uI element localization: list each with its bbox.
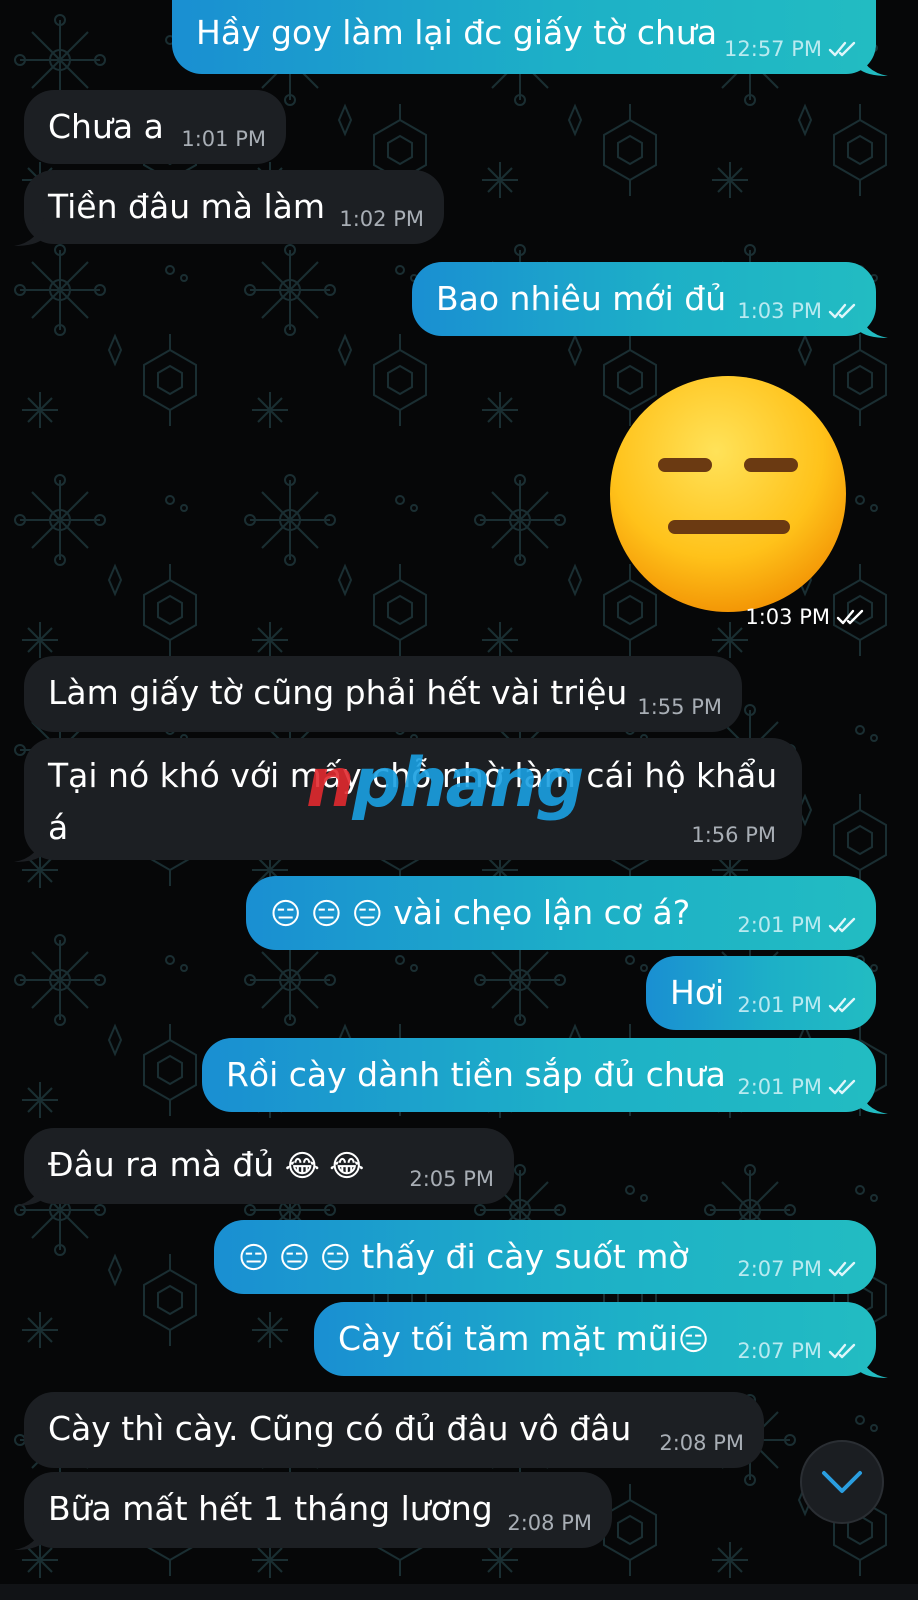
message-meta: 12:57 PM — [724, 36, 860, 62]
message-text: Rồi cày dành tiền sắp đủ chưa — [226, 1055, 726, 1094]
message-time: 1:55 PM — [637, 695, 722, 719]
message-text: Cày thì cày. Cũng có đủ đâu vô đâu — [48, 1409, 632, 1448]
message-bubble-outgoing[interactable]: 😑 😑 😑 vài chẹo lận cơ á? 2:01 PM — [246, 876, 876, 950]
message-meta: 2:01 PM — [737, 912, 860, 938]
message-bubble-outgoing[interactable]: Bao nhiêu mới đủ 1:03 PM — [412, 262, 888, 338]
message-time: 1:03 PM — [737, 299, 822, 323]
message-time: 2:01 PM — [737, 1075, 822, 1099]
message-text: Bữa mất hết 1 tháng lương — [48, 1489, 493, 1528]
bubble-tail — [858, 48, 888, 76]
message-text: Tiền đâu mà làm — [48, 187, 325, 226]
double-check-icon — [828, 303, 856, 319]
message-bubble-incoming[interactable]: Bữa mất hết 1 tháng lương 2:08 PM — [14, 1472, 612, 1550]
message-time: 2:01 PM — [737, 993, 822, 1017]
double-check-icon — [828, 41, 856, 57]
message-text: Chưa a — [48, 107, 164, 146]
message-bubble-incoming[interactable]: Đâu ra mà đủ 😂 😂 2:05 PM — [14, 1128, 514, 1206]
message-time: 1:56 PM — [691, 823, 776, 847]
watermark-part-1: n — [306, 744, 354, 823]
message-bubble-incoming[interactable]: Làm giấy tờ cũng phải hết vài triệu 1:55… — [24, 656, 742, 732]
message-bubble-incoming[interactable]: Tiền đâu mà làm 1:02 PM — [14, 170, 444, 246]
message-bubble-outgoing[interactable]: Hầy goy làm lại đc giấy tờ chưa 12:57 PM — [172, 0, 888, 76]
double-check-icon — [836, 609, 864, 625]
double-check-icon — [828, 1261, 856, 1277]
message-emoji: 😑 😑 😑 — [270, 897, 383, 932]
bubble-tail — [858, 310, 888, 338]
watermark-logo: nphang — [306, 744, 584, 823]
message-meta: 1:03 PM — [737, 298, 860, 324]
bubble-tail — [858, 1350, 888, 1378]
double-check-icon — [828, 1343, 856, 1359]
message-meta: 2:07 PM — [737, 1338, 860, 1364]
bubble-tail — [14, 1178, 44, 1206]
message-bubble-incoming[interactable]: Cày thì cày. Cũng có đủ đâu vô đâu 2:08 … — [24, 1392, 764, 1468]
scroll-to-bottom-button[interactable] — [800, 1440, 884, 1524]
sticker-meta: 1:03 PM — [728, 600, 868, 634]
message-emoji: 😑 😑 😑 — [238, 1241, 351, 1276]
bubble-tail — [14, 1522, 44, 1550]
input-bar-edge — [0, 1584, 918, 1600]
message-bubble-outgoing[interactable]: Rồi cày dành tiền sắp đủ chưa 2:01 PM — [202, 1038, 888, 1114]
bubble-tail — [14, 834, 44, 862]
message-time: 1:02 PM — [339, 207, 424, 231]
message-content: Cày tối tăm mặt mũi😑 — [338, 1314, 709, 1366]
message-text: Cày tối tăm mặt mũi — [338, 1319, 678, 1358]
message-time: 2:05 PM — [409, 1167, 494, 1191]
message-text: Đâu ra mà đủ — [48, 1145, 275, 1184]
message-content: Đâu ra mà đủ 😂 😂 — [48, 1140, 364, 1192]
message-time: 2:01 PM — [737, 913, 822, 937]
message-text: thấy đi cày suốt mờ — [361, 1237, 689, 1276]
message-text: Hầy goy làm lại đc giấy tờ chưa — [196, 13, 718, 52]
message-text: Bao nhiêu mới đủ — [436, 279, 727, 318]
message-bubble-outgoing[interactable]: Hơi 2:01 PM — [646, 956, 876, 1030]
message-time: 2:08 PM — [507, 1511, 592, 1535]
message-content: 😑 😑 😑 thấy đi cày suốt mờ — [238, 1232, 689, 1284]
message-time: 12:57 PM — [724, 37, 822, 61]
message-meta: 2:01 PM — [737, 992, 860, 1018]
message-time: 2:07 PM — [737, 1339, 822, 1363]
message-time: 2:08 PM — [659, 1431, 744, 1455]
message-text: Hơi — [670, 973, 725, 1012]
message-emoji: 😂 😂 — [284, 1149, 365, 1184]
message-time: 1:01 PM — [181, 127, 266, 151]
message-time: 1:03 PM — [745, 605, 830, 629]
double-check-icon — [828, 997, 856, 1013]
message-meta: 2:01 PM — [737, 1074, 860, 1100]
message-text: Làm giấy tờ cũng phải hết vài triệu — [48, 673, 628, 712]
message-meta: 2:07 PM — [737, 1256, 860, 1282]
double-check-icon — [828, 1079, 856, 1095]
message-emoji: 😑 — [677, 1323, 710, 1358]
message-bubble-outgoing[interactable]: Cày tối tăm mặt mũi😑 2:07 PM — [314, 1302, 888, 1378]
message-bubble-outgoing[interactable]: 😑 😑 😑 thấy đi cày suốt mờ 2:07 PM — [214, 1220, 876, 1294]
message-content: 😑 😑 😑 vài chẹo lận cơ á? — [270, 888, 690, 940]
watermark-part-2: phang — [352, 744, 584, 823]
expressionless-face-icon[interactable] — [606, 372, 850, 616]
bubble-tail — [858, 1086, 888, 1114]
message-time: 2:07 PM — [737, 1257, 822, 1281]
double-check-icon — [828, 917, 856, 933]
message-text: vài chẹo lận cơ á? — [393, 893, 691, 932]
message-bubble-incoming[interactable]: Chưa a 1:01 PM — [24, 90, 286, 164]
bubble-tail — [14, 218, 44, 246]
chevron-down-icon — [822, 1471, 862, 1493]
